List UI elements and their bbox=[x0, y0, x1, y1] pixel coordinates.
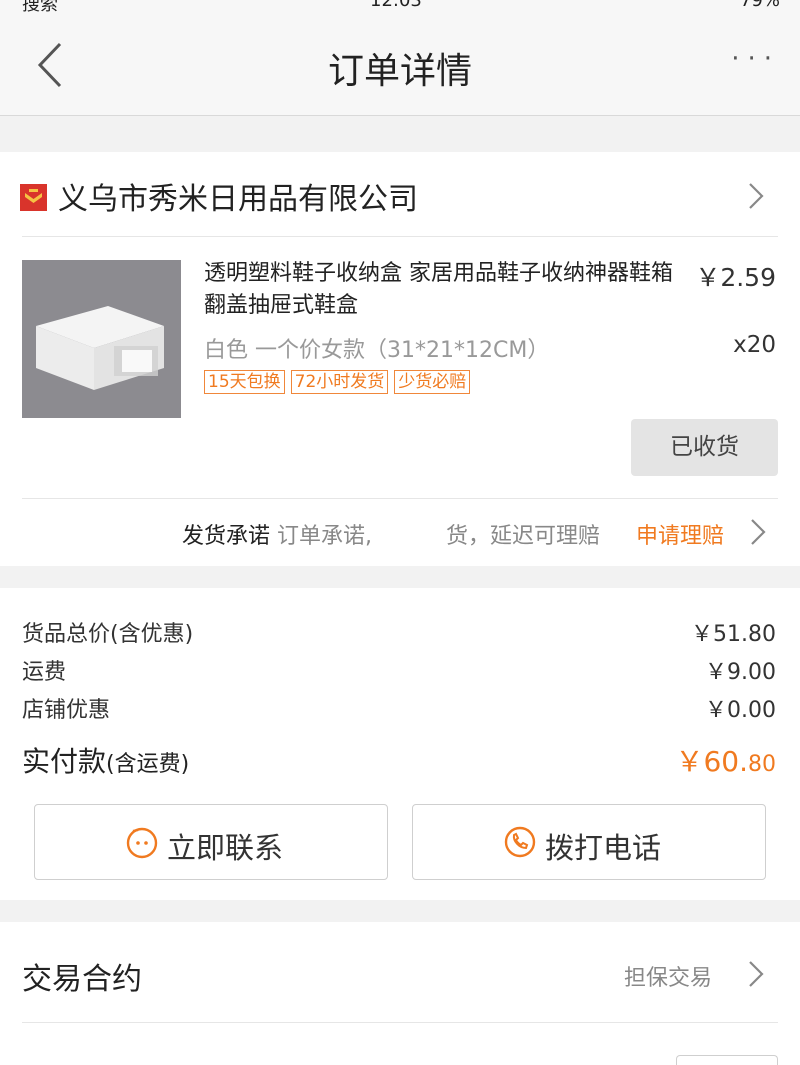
page-title: 订单详情 bbox=[327, 51, 472, 92]
price-line: 运费 ￥9.00 bbox=[22, 654, 776, 688]
total-label-main: 实付款 bbox=[22, 745, 107, 778]
total-paid-value: ￥60.80 bbox=[675, 740, 776, 780]
chevron-right-icon bbox=[751, 519, 766, 545]
status-bar: 搜索 12:03 79% bbox=[0, 0, 800, 14]
trade-contract-row[interactable]: 交易合约 担保交易 bbox=[0, 922, 800, 1022]
product-title[interactable]: 透明塑料鞋子收纳盒 家居用品鞋子收纳神器鞋箱翻盖抽屉式鞋盒 bbox=[204, 258, 674, 322]
service-tag: 72小时发货 bbox=[290, 370, 389, 394]
total-value-cents: 80 bbox=[748, 752, 776, 777]
product-price: ￥2.59 bbox=[695, 263, 776, 292]
price-line-label: 店铺优惠 bbox=[22, 698, 111, 723]
promise-text: 订单承诺, bbox=[276, 524, 372, 549]
received-button[interactable]: 已收货 bbox=[631, 419, 778, 476]
chevron-right-icon bbox=[749, 961, 764, 987]
price-line-value: ￥9.00 bbox=[705, 660, 776, 685]
divider bbox=[22, 236, 778, 237]
total-paid-label: 实付款(含运费) bbox=[22, 740, 189, 780]
shoe-box-image bbox=[22, 260, 181, 418]
shop-badge-icon bbox=[20, 184, 47, 211]
price-line-label: 运费 bbox=[22, 660, 67, 685]
contact-now-button[interactable]: 立即联系 bbox=[34, 804, 388, 880]
trade-contract-card: 交易合约 担保交易 bbox=[0, 922, 800, 1065]
promise-text-suffix: 货，延迟可理赔 bbox=[445, 524, 600, 549]
chat-bubble-icon bbox=[126, 827, 158, 859]
trade-contract-title: 交易合约 bbox=[22, 962, 142, 997]
chevron-right-icon bbox=[749, 183, 764, 209]
call-phone-label: 拨打电话 bbox=[545, 831, 662, 865]
product-spec: 白色 一个价女款（31*21*12CM） bbox=[204, 338, 550, 363]
price-line: 店铺优惠 ￥0.00 bbox=[22, 692, 776, 726]
contact-now-label: 立即联系 bbox=[167, 831, 284, 865]
call-phone-button[interactable]: 拨打电话 bbox=[412, 804, 766, 880]
nav-bar: 订单详情 ··· bbox=[0, 14, 800, 116]
bottom-action-button[interactable] bbox=[676, 1055, 778, 1065]
promise-label: 发货承诺 bbox=[181, 524, 270, 549]
total-value-main: ￥60. bbox=[675, 745, 748, 778]
battery-level: 79% bbox=[739, 0, 780, 11]
total-label-suffix: (含运费) bbox=[106, 752, 190, 777]
order-shop-card: 义乌市秀米日用品有限公司 透明塑料鞋子收纳盒 家居用品鞋子收纳神器鞋箱翻盖抽屉式… bbox=[0, 152, 800, 566]
delivery-promise-text: 发货承诺 订单承诺, 货，延迟可理赔 bbox=[182, 518, 600, 550]
apply-claim-link[interactable]: 申请理赔 bbox=[636, 518, 724, 550]
total-paid-line: 实付款(含运费) ￥60.80 bbox=[22, 740, 776, 780]
status-time: 12:03 bbox=[370, 0, 422, 11]
delivery-promise-row[interactable]: 发货承诺 订单承诺, 货，延迟可理赔 申请理赔 bbox=[0, 498, 800, 566]
service-tag: 少货必赔 bbox=[394, 370, 471, 394]
shop-name: 义乌市秀米日用品有限公司 bbox=[58, 182, 418, 217]
price-line-label: 货品总价(含优惠) bbox=[22, 622, 194, 647]
price-line: 货品总价(含优惠) ￥51.80 bbox=[22, 616, 776, 650]
product-quantity: x20 bbox=[733, 332, 776, 358]
price-summary-card: 货品总价(含优惠) ￥51.80 运费 ￥9.00 店铺优惠 ￥0.00 实付款… bbox=[0, 588, 800, 900]
product-image[interactable] bbox=[22, 260, 181, 418]
carrier-label: 搜索 bbox=[22, 0, 58, 14]
service-tags: 15天包换 72小时发货 少货必赔 bbox=[204, 370, 471, 394]
more-button[interactable]: ··· bbox=[731, 44, 780, 74]
phone-icon bbox=[504, 826, 536, 858]
service-tag: 15天包换 bbox=[204, 370, 285, 394]
shop-row[interactable]: 义乌市秀米日用品有限公司 bbox=[0, 152, 800, 236]
price-line-value: ￥0.00 bbox=[705, 698, 776, 723]
price-line-value: ￥51.80 bbox=[691, 622, 776, 647]
divider bbox=[22, 1022, 778, 1023]
trade-contract-value: 担保交易 bbox=[623, 966, 712, 991]
